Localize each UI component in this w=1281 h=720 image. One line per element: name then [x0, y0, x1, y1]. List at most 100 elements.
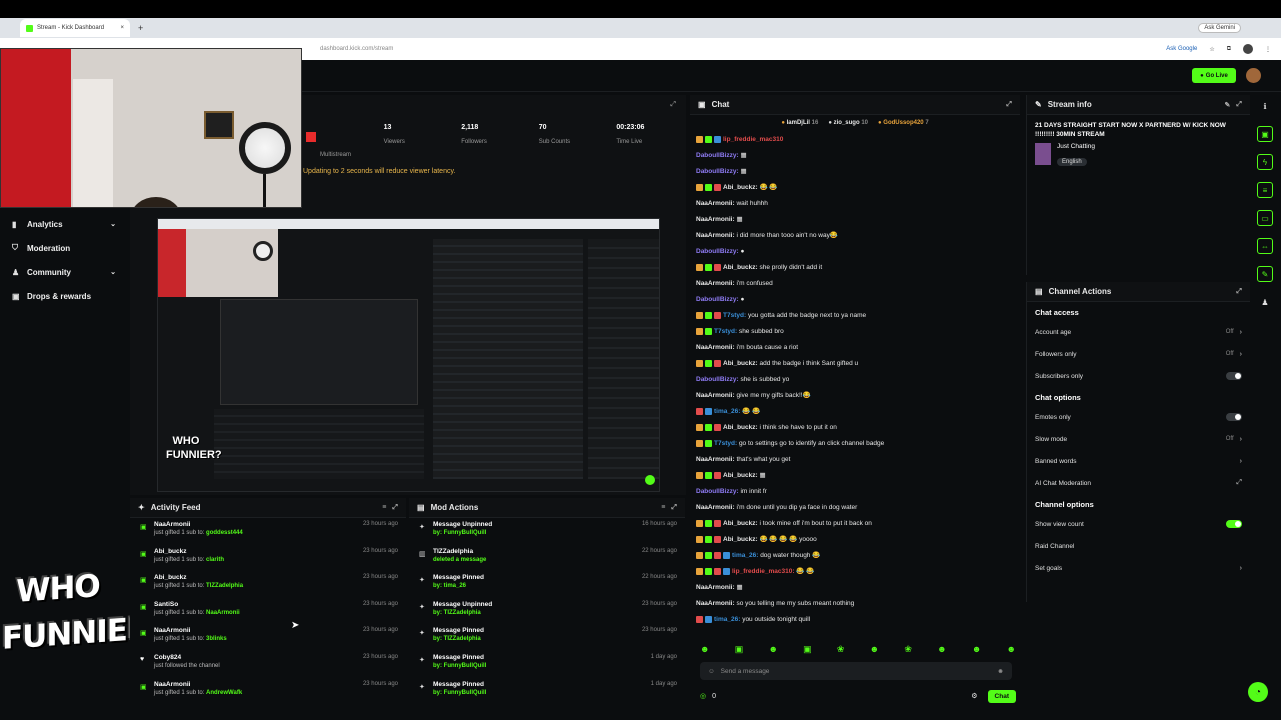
filter-icon[interactable]: ≡	[661, 504, 665, 511]
sidebar-item-drops[interactable]: ▣ Drops & rewards	[0, 284, 128, 308]
tool-icon[interactable]: ✎	[1257, 266, 1273, 282]
chat-message[interactable]: DaboullBizzy: ▦	[696, 164, 1016, 180]
go-live-button[interactable]: ● Go Live	[1192, 68, 1236, 83]
chat-username[interactable]: NaaArmonii:	[696, 232, 735, 239]
new-tab-button[interactable]: +	[138, 23, 143, 33]
slow-mode-row[interactable]: Slow mode Off ›	[1027, 428, 1250, 450]
profile-avatar[interactable]	[1243, 44, 1253, 54]
multistream-stat[interactable]: Multistream	[300, 118, 378, 158]
chat-username[interactable]: DaboullBizzy:	[696, 248, 739, 255]
account-age-row[interactable]: Account age Off ›	[1027, 321, 1250, 343]
chat-message[interactable]: DaboullBizzy: ●	[696, 244, 1016, 260]
mod-action-item[interactable]: ✦ Message Pinned by: tima_26 22 hours ago	[409, 571, 685, 598]
chat-message[interactable]: NaaArmonii: i'm confused	[696, 276, 1016, 292]
subscribers-only-toggle[interactable]	[1226, 372, 1242, 380]
emote-icon[interactable]: ☻	[700, 644, 709, 658]
star-icon[interactable]: ☆	[1209, 46, 1214, 53]
chat-username[interactable]: DaboullBizzy:	[696, 152, 739, 159]
chat-username[interactable]: Abi_buckz:	[723, 424, 758, 431]
show-view-count-toggle[interactable]	[1226, 520, 1242, 528]
chat-username[interactable]: DaboullBizzy:	[696, 488, 739, 495]
help-button[interactable]: ◔	[1248, 682, 1268, 702]
comment-icon[interactable]: ▭	[1257, 210, 1273, 226]
followers-only-row[interactable]: Followers only Off ›	[1027, 343, 1250, 365]
chat-username[interactable]: tima_26:	[714, 616, 740, 623]
lightning-icon[interactable]: ϟ	[1257, 154, 1273, 170]
chat-message[interactable]: DaboullBizzy: she is subbed yo	[696, 372, 1016, 388]
feed-item[interactable]: ▣ NaaArmonii just gifted 1 sub to: AndrewW…	[130, 678, 406, 705]
mod-action-item[interactable]: ✦ Message Pinned by: FunnyBullQuill 1 day a…	[409, 678, 685, 705]
list-icon[interactable]: ≡	[1257, 182, 1273, 198]
feed-item[interactable]: ▣ NaaArmonii just gifted 1 sub to: 3blinks…	[130, 624, 406, 651]
chat-message[interactable]: DaboullBizzy: im innit fr	[696, 484, 1016, 500]
chat-message[interactable]: Abi_buckz: ▦	[696, 468, 1016, 484]
chat-message[interactable]: NaaArmonii: ▦	[696, 212, 1016, 228]
edit-icon[interactable]: ✎	[1225, 101, 1231, 109]
emotes-only-toggle[interactable]	[1226, 413, 1242, 421]
chat-input[interactable]: ☺ Send a message ☻	[700, 662, 1012, 680]
settings-icon[interactable]: ⚙	[971, 692, 977, 700]
gifter-3[interactable]: ● GodUssop420 7	[878, 120, 929, 132]
chat-username[interactable]: DaboullBizzy:	[696, 296, 739, 303]
emoji-icon[interactable]: ☺	[708, 668, 715, 675]
chat-username[interactable]: NaaArmonii:	[696, 456, 735, 463]
emote-icon[interactable]: ☻	[937, 644, 946, 658]
feed-item[interactable]: ▣ Abi_buckz just gifted 1 sub to: TIZZadel…	[130, 571, 406, 598]
tab-close-icon[interactable]: ×	[120, 25, 124, 31]
chat-message[interactable]: T7styd: go to settings go to identify an…	[696, 436, 1016, 452]
mod-action-item[interactable]: ✦ Message Unpinned by: FunnyBullQuill 16 ho…	[409, 518, 685, 545]
sidebar-item-moderation[interactable]: ⛉ Moderation	[0, 236, 128, 260]
chat-message[interactable]: tima_26: you outside tonight quill	[696, 612, 1016, 628]
chat-username[interactable]: Abi_buckz:	[723, 360, 758, 367]
popout-icon[interactable]: ⤢	[670, 101, 676, 109]
chat-message[interactable]: Abi_buckz: add the badge i think Sant gi…	[696, 356, 1016, 372]
menu-icon[interactable]: ⋮	[1265, 46, 1271, 53]
chat-username[interactable]: Abi_buckz:	[723, 264, 758, 271]
chat-message[interactable]: NaaArmonii: ▦	[696, 580, 1016, 596]
chat-username[interactable]: T7styd:	[714, 440, 737, 447]
sidebar-item-community[interactable]: ♟ Community ⌄	[0, 260, 128, 284]
set-goals-row[interactable]: Set goals ›	[1027, 557, 1250, 579]
chat-username[interactable]: NaaArmonii:	[696, 392, 735, 399]
chat-icon[interactable]: ▣	[1257, 126, 1273, 142]
emote-icon[interactable]: ☻	[870, 644, 879, 658]
chat-username[interactable]: lip_freddie_mac310:	[732, 568, 795, 575]
ask-google-button[interactable]: Ask Google	[1166, 46, 1197, 52]
feed-item[interactable]: ▣ Abi_buckz just gifted 1 sub to: clarith 2…	[130, 545, 406, 572]
chat-message[interactable]: DaboullBizzy: ●	[696, 292, 1016, 308]
chat-message[interactable]: T7styd: she subbed bro	[696, 324, 1016, 340]
ask-gemini-button[interactable]: Ask Gemini	[1198, 23, 1241, 33]
emote-icon[interactable]: ☻	[972, 644, 981, 658]
chat-username[interactable]: lip_freddie_mac310	[723, 136, 783, 143]
filter-icon[interactable]: ≡	[382, 504, 386, 511]
chat-message[interactable]: NaaArmonii: that's what you get	[696, 452, 1016, 468]
chat-message[interactable]: DaboullBizzy: ▦	[696, 148, 1016, 164]
gifter-1[interactable]: ● IamDjLil 16	[781, 120, 818, 132]
chat-username[interactable]: Abi_buckz:	[723, 536, 758, 543]
chat-message[interactable]: Abi_buckz: i took mine off i'm bout to p…	[696, 516, 1016, 532]
chat-username[interactable]: NaaArmonii:	[696, 504, 735, 511]
people-icon[interactable]: ♟	[1257, 294, 1273, 310]
url-text[interactable]: dashboard.kick.com/stream	[320, 46, 393, 52]
chat-username[interactable]: DaboullBizzy:	[696, 168, 739, 175]
browser-tab[interactable]: Stream - Kick Dashboard ×	[20, 19, 130, 37]
extensions-icon[interactable]: ⧉	[1227, 46, 1231, 53]
feed-item[interactable]: ♥ Coby824 just followed the channel 23 hou…	[130, 651, 406, 678]
chat-message[interactable]: NaaArmonii: so you telling me my subs me…	[696, 596, 1016, 612]
chat-message[interactable]: NaaArmonii: give me my gifts back!!😂	[696, 388, 1016, 404]
chat-message[interactable]: lip_freddie_mac310	[696, 132, 1016, 148]
sidebar-item-analytics[interactable]: ▮ Analytics ⌄	[0, 212, 128, 236]
feed-item[interactable]: ▣ SantiSo just gifted 1 sub to: NaaArmonii…	[130, 598, 406, 625]
chat-username[interactable]: NaaArmonii:	[696, 200, 735, 207]
chat-username[interactable]: Abi_buckz:	[723, 520, 758, 527]
chat-username[interactable]: DaboullBizzy:	[696, 376, 739, 383]
chat-message[interactable]: T7styd: you gotta add the badge next to …	[696, 308, 1016, 324]
chat-message[interactable]: NaaArmonii: i did more than tooo ain't n…	[696, 228, 1016, 244]
emote-icon[interactable]: ☻	[768, 644, 777, 658]
chat-send-button[interactable]: Chat	[987, 689, 1016, 703]
popout-icon[interactable]: ⤢	[392, 504, 398, 512]
feed-item[interactable]: ▣ NaaArmonii just gifted 1 sub to: goddess…	[130, 518, 406, 545]
chat-username[interactable]: tima_26:	[714, 408, 740, 415]
chat-message[interactable]: NaaArmonii: i'm done until you dip ya fa…	[696, 500, 1016, 516]
chat-message[interactable]: NaaArmonii: wait huhhh	[696, 196, 1016, 212]
